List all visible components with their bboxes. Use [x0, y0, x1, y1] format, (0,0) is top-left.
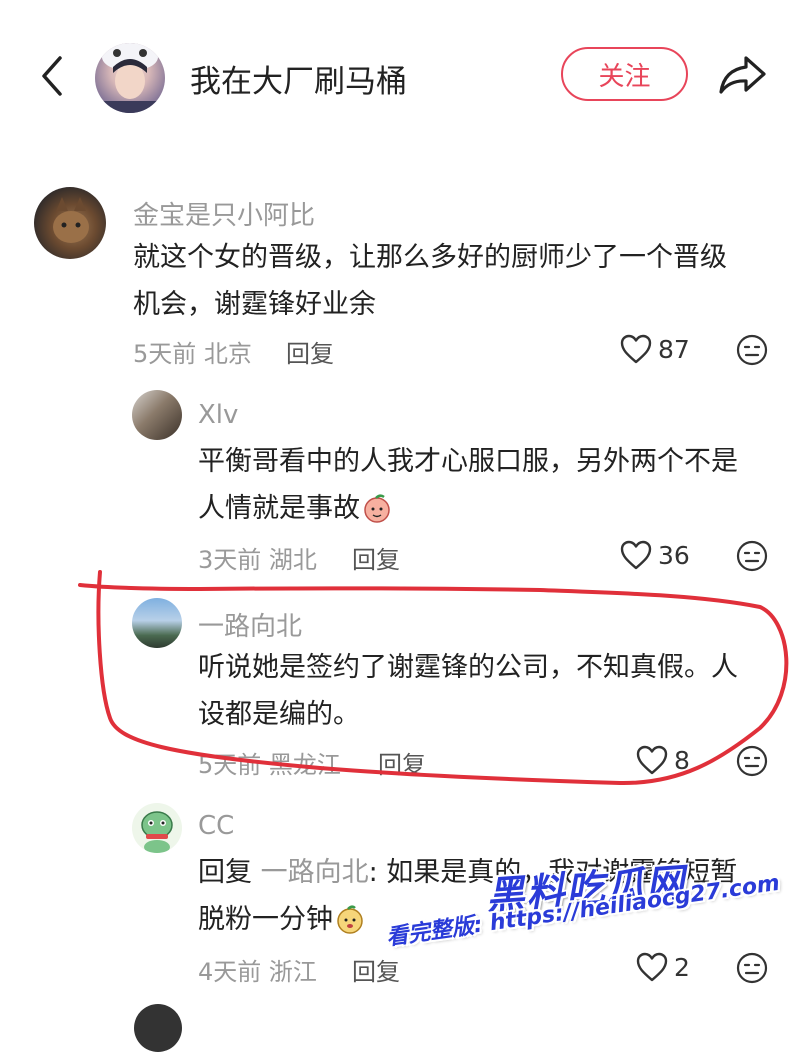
chevron-left-icon [42, 56, 62, 96]
back-button[interactable] [34, 52, 74, 100]
comment-username[interactable]: 一路向北 [198, 606, 302, 643]
reply-button[interactable]: 回复 [286, 334, 334, 369]
like-count: 36 [658, 540, 690, 570]
comment-username[interactable]: Xlv [198, 400, 238, 430]
commenter-avatar[interactable] [132, 598, 182, 648]
comment-meta: 5天前 北京 [133, 334, 252, 369]
like-button[interactable]: 87 [620, 334, 690, 364]
comment-time: 3天前 [198, 546, 262, 574]
comment-username[interactable]: CC [198, 811, 234, 841]
peach-emoji-icon [364, 494, 390, 523]
heart-icon [636, 745, 668, 775]
comment-text: 就这个女的晋级，让那么多好的厨师少了一个晋级 机会，谢霆锋好业余 [133, 242, 727, 320]
reply-prefix: 回复 [198, 857, 252, 888]
meh-face-icon [736, 745, 768, 777]
comment-location: 浙江 [268, 958, 317, 986]
dislike-button[interactable] [736, 334, 768, 370]
reply-button[interactable]: 回复 [352, 952, 400, 987]
like-button[interactable]: 36 [620, 540, 690, 570]
comment-meta: 3天前 湖北 [198, 540, 317, 575]
comment-text: 听说她是签约了谢霆锋的公司，不知真假。人 设都是编的。 [198, 652, 738, 730]
reply-button[interactable]: 回复 [352, 540, 400, 575]
commenter-avatar[interactable] [34, 187, 106, 259]
dislike-button[interactable] [736, 745, 768, 781]
reply-button[interactable]: 回复 [378, 745, 426, 780]
comment-time: 5天前 [133, 340, 197, 368]
author-name[interactable]: 我在大厂刷马桶 [190, 56, 407, 101]
share-button[interactable] [716, 50, 768, 100]
meh-face-icon [736, 540, 768, 572]
meh-face-icon [736, 334, 768, 366]
comment-text: 平衡哥看中的人我才心服口服，另外两个不是 人情就是事故 [198, 446, 738, 524]
like-count: 8 [674, 745, 690, 775]
comment-time: 5天前 [198, 751, 262, 779]
like-count: 2 [674, 952, 690, 982]
chestnut-emoji-icon [337, 905, 363, 934]
commenter-avatar[interactable] [132, 803, 182, 853]
reply-target-user[interactable]: 一路向北 [261, 857, 369, 888]
dislike-button[interactable] [736, 540, 768, 576]
comment-time: 4天前 [198, 958, 262, 986]
comment-location: 北京 [203, 340, 252, 368]
like-button[interactable]: 2 [636, 952, 690, 982]
heart-icon [620, 334, 652, 364]
heart-icon [620, 540, 652, 570]
comment-location: 黑龙江 [268, 751, 341, 779]
commenter-avatar[interactable] [132, 390, 182, 440]
comment-meta: 5天前 黑龙江 [198, 745, 341, 780]
next-commenter-avatar [134, 1004, 182, 1052]
comment-location: 湖北 [268, 546, 317, 574]
like-button[interactable]: 8 [636, 745, 690, 775]
share-arrow-icon [719, 56, 766, 94]
like-count: 87 [658, 334, 690, 364]
meh-face-icon [736, 952, 768, 984]
dislike-button[interactable] [736, 952, 768, 988]
follow-button[interactable]: 关注 [561, 47, 688, 101]
heart-icon [636, 952, 668, 982]
comment-meta: 4天前 浙江 [198, 952, 317, 987]
comment-username[interactable]: 金宝是只小阿比 [133, 195, 315, 232]
author-avatar[interactable] [95, 43, 165, 113]
